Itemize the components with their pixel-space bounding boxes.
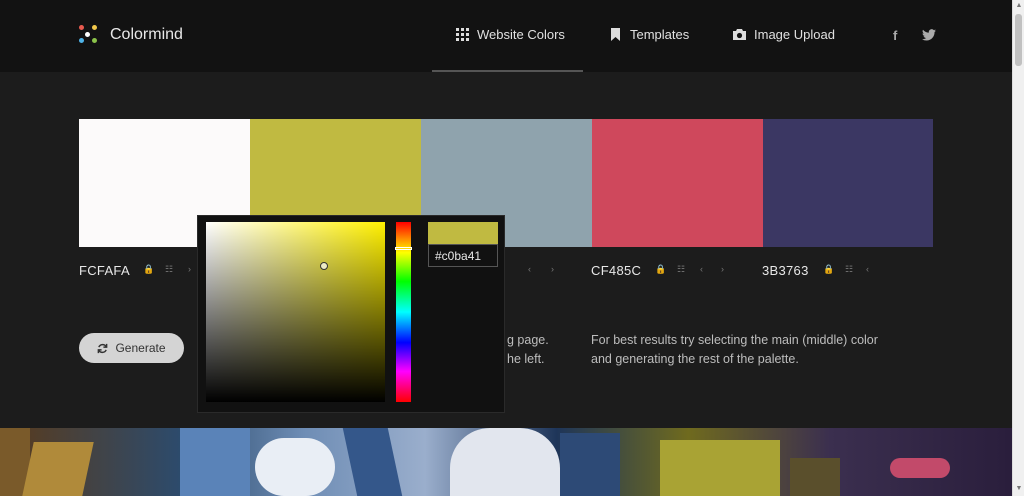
page-scrollbar[interactable]: ▲ ▼ (1012, 0, 1024, 496)
swatch-hex-label[interactable]: FCFAFA (79, 263, 130, 278)
arrow-left-icon[interactable]: ‹ (866, 264, 869, 274)
arrow-left-icon[interactable]: ‹ (528, 264, 531, 274)
nav-templates[interactable]: Templates (609, 27, 689, 42)
lock-icon[interactable]: 🔒 (655, 264, 666, 275)
saturation-value-area[interactable] (206, 222, 385, 402)
help-line: and generating the rest of the palette. (591, 352, 799, 366)
adjust-icon[interactable]: ☷ (845, 264, 853, 275)
adjust-icon[interactable]: ☷ (677, 264, 685, 275)
scroll-up-icon[interactable]: ▲ (1015, 2, 1023, 10)
hue-handle[interactable] (395, 247, 412, 250)
active-nav-indicator (432, 70, 583, 72)
bookmark-icon (611, 28, 620, 41)
adjust-icon[interactable]: ☷ (165, 264, 173, 275)
arrow-left-icon[interactable]: ‹ (700, 264, 703, 274)
nav-label: Image Upload (754, 27, 835, 42)
color-preview (428, 222, 498, 244)
nav-label: Website Colors (477, 27, 565, 42)
color-picker-popup (197, 215, 505, 413)
top-nav-bar: Colormind Website Colors Templates Image… (0, 0, 1012, 72)
swatch-hex-label[interactable]: CF485C (591, 263, 641, 278)
facebook-icon[interactable]: f (893, 28, 897, 43)
help-text-left: g page. he left. (507, 331, 549, 369)
lock-icon[interactable]: 🔒 (143, 264, 154, 275)
arrow-right-icon[interactable]: › (721, 264, 724, 274)
scroll-down-icon[interactable]: ▼ (1015, 485, 1023, 493)
brand-name[interactable]: Colormind (110, 26, 183, 44)
lock-icon[interactable]: 🔒 (823, 264, 834, 275)
grid-icon (456, 28, 469, 41)
hex-input[interactable] (428, 244, 498, 267)
twitter-icon[interactable] (922, 29, 936, 41)
swatch-hex-label[interactable]: 3B3763 (762, 263, 809, 278)
nav-website-colors[interactable]: Website Colors (456, 27, 565, 42)
camera-icon (733, 29, 746, 40)
saturation-handle[interactable] (320, 262, 328, 270)
help-line: he left. (507, 352, 545, 366)
help-line: g page. (507, 333, 549, 347)
help-line: For best results try selecting the main … (591, 333, 878, 347)
banner-image (0, 428, 1012, 496)
help-text-right: For best results try selecting the main … (591, 331, 878, 369)
scroll-thumb[interactable] (1015, 14, 1022, 66)
refresh-icon (98, 343, 108, 353)
arrow-right-icon[interactable]: › (551, 264, 554, 274)
nav-image-upload[interactable]: Image Upload (733, 27, 835, 42)
generate-label: Generate (115, 341, 166, 355)
color-swatch-5[interactable] (763, 119, 933, 247)
colormind-logo-icon[interactable] (79, 25, 101, 47)
generate-button[interactable]: Generate (79, 333, 184, 363)
nav-label: Templates (630, 27, 690, 42)
color-swatch-4[interactable] (592, 119, 763, 247)
arrow-right-icon[interactable]: › (188, 264, 191, 274)
